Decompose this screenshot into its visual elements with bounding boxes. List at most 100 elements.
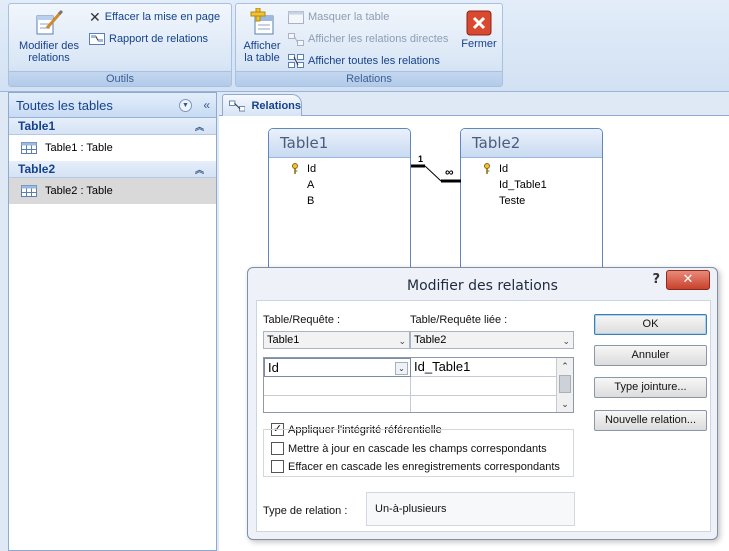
grid-empty-cell[interactable] <box>264 396 411 412</box>
table1-field-a[interactable]: A <box>269 177 410 193</box>
relations-report-label: Rapport de relations <box>109 33 209 45</box>
hide-table-button[interactable]: Masquer la table <box>288 8 389 26</box>
relations-tab-icon <box>229 100 246 111</box>
field-label: A <box>307 179 315 191</box>
nav-group-table2[interactable]: Table2 ︽ <box>9 161 216 178</box>
show-all-relations-button[interactable]: Afficher toutes les relations <box>288 52 440 70</box>
table2-field-teste[interactable]: Teste <box>461 193 602 209</box>
nav-group-table1[interactable]: Table1 ︽ <box>9 118 216 135</box>
dialog-close-button[interactable]: ✕ <box>666 270 710 290</box>
close-relations-button[interactable]: Fermer <box>458 10 500 50</box>
nav-group-label: Table2 <box>18 162 56 176</box>
nav-group-label: Table1 <box>18 119 56 133</box>
close-icon <box>466 10 492 36</box>
table2-title[interactable]: Table2 <box>461 129 602 158</box>
table2-field-id-table1[interactable]: Id_Table1 <box>461 177 602 193</box>
clear-icon: ✕ <box>89 8 101 25</box>
left-field-cell[interactable]: Id ⌄ <box>264 358 411 377</box>
relations-report-button[interactable]: Rapport de relations <box>89 30 208 48</box>
show-all-relations-label: Afficher toutes les relations <box>308 55 440 67</box>
field-label: B <box>307 195 315 207</box>
show-direct-relations-button[interactable]: Afficher les relations directes <box>288 30 448 48</box>
grid-empty-cell[interactable] <box>411 377 557 396</box>
related-table-select-value: Table2 <box>414 334 447 346</box>
grid-empty-cell[interactable] <box>411 396 557 412</box>
relations-group: Afficher la table Masquer la table Affic… <box>235 3 503 87</box>
navigation-pane: Toutes les tables ▼ « Table1 ︽ Table1 : … <box>8 92 217 551</box>
show-table-label: Afficher la table <box>243 40 281 64</box>
document-tab-bar: Relations <box>219 92 729 116</box>
nav-collapse-icon[interactable]: « <box>203 98 210 112</box>
scroll-up-icon[interactable]: ⌃ <box>557 358 573 374</box>
related-table-label: Table/Requête liée : <box>410 314 508 326</box>
relation-type-label: Type de relation : <box>263 505 348 517</box>
clear-layout-label: Effacer la mise en page <box>104 11 221 23</box>
nav-item-table1[interactable]: Table1 : Table <box>9 135 216 161</box>
nav-header-title: Toutes les tables <box>16 97 113 113</box>
tab-relations-label: Relations <box>251 99 301 112</box>
hide-table-icon <box>288 10 304 24</box>
table-select[interactable]: Table1 ⌄ <box>263 331 410 349</box>
ok-button[interactable]: OK <box>594 314 707 335</box>
chevron-down-icon[interactable]: ⌄ <box>395 362 408 375</box>
table1-field-b[interactable]: B <box>269 193 410 209</box>
cancel-button[interactable]: Annuler <box>594 345 707 366</box>
chevron-down-icon[interactable]: ⌄ <box>562 333 570 349</box>
new-relation-button[interactable]: Nouvelle relation... <box>594 410 707 431</box>
show-direct-relations-label: Afficher les relations directes <box>308 33 449 45</box>
join-type-button[interactable]: Type jointure... <box>594 377 707 398</box>
nav-header[interactable]: Toutes les tables ▼ « <box>9 93 216 118</box>
edit-relations-label: Modifier des relations <box>19 40 79 64</box>
field-mapping-grid: Id ⌄ Id_Table1 ⌃ ⌄ <box>263 357 574 413</box>
nav-item-table2[interactable]: Table2 : Table <box>9 178 216 204</box>
dialog-title: Modifier des relations <box>407 278 558 294</box>
related-table-select[interactable]: Table2 ⌄ <box>410 331 574 349</box>
report-icon <box>89 33 105 45</box>
chevron-up-icon[interactable]: ︽ <box>195 119 204 135</box>
join-one-label: 1 <box>418 154 424 164</box>
chevron-up-icon[interactable]: ︽ <box>195 162 204 178</box>
field-label: Teste <box>499 195 526 207</box>
dialog-title-bar[interactable]: Modifier des relations ? ✕ <box>248 268 717 300</box>
all-relations-icon <box>288 54 304 68</box>
cascade-update-checkbox[interactable]: Mettre à jour en cascade les champs corr… <box>271 442 547 455</box>
right-field-value: Id_Table1 <box>414 359 471 374</box>
relation-type-value-box: Un-à-plusieurs <box>366 492 575 526</box>
checkbox-unchecked-icon[interactable] <box>271 460 284 473</box>
nav-menu-dropdown-icon[interactable]: ▼ <box>179 99 192 112</box>
table1-box[interactable]: Table1 Id A B <box>268 128 411 268</box>
help-button[interactable]: ? <box>652 273 660 286</box>
checkbox-unchecked-icon[interactable] <box>271 442 284 455</box>
grid-scrollbar[interactable]: ⌃ ⌄ <box>556 358 573 412</box>
table1-field-id[interactable]: Id <box>269 161 410 177</box>
edit-relations-icon <box>36 9 64 35</box>
clear-layout-button[interactable]: ✕ Effacer la mise en page <box>89 8 220 26</box>
show-table-button[interactable]: Afficher la table <box>238 8 286 64</box>
direct-relations-icon <box>288 32 304 46</box>
ribbon: Modifier des relations ✕ Effacer la mise… <box>0 0 729 92</box>
cascade-delete-label: Effacer en cascade les enregistrements c… <box>288 460 560 473</box>
left-field-value: Id <box>268 360 279 375</box>
scroll-thumb[interactable] <box>559 375 571 393</box>
join-many-label: ∞ <box>445 165 454 179</box>
field-label: Id <box>307 163 317 175</box>
close-relations-label: Fermer <box>461 38 497 50</box>
field-label: Id <box>499 163 509 175</box>
edit-relations-button[interactable]: Modifier des relations <box>13 8 85 64</box>
nav-item-label: Table1 : Table <box>45 142 113 154</box>
chevron-down-icon[interactable]: ⌄ <box>398 333 406 349</box>
scroll-down-icon[interactable]: ⌄ <box>557 396 573 412</box>
relation-type-value: Un-à-plusieurs <box>375 503 447 515</box>
tab-relations[interactable]: Relations <box>222 94 302 116</box>
table2-box[interactable]: Table2 Id Id_Table1 Teste <box>460 128 603 268</box>
edit-relationships-dialog: Modifier des relations ? ✕ Table/Requête… <box>247 267 718 540</box>
right-field-cell[interactable]: Id_Table1 <box>411 358 557 377</box>
dialog-body: Table/Requête : Table/Requête liée : Tab… <box>256 300 711 532</box>
cascade-delete-checkbox[interactable]: Effacer en cascade les enregistrements c… <box>271 460 560 473</box>
table-icon <box>21 142 37 154</box>
cascade-update-label: Mettre à jour en cascade les champs corr… <box>288 442 547 455</box>
table2-field-id[interactable]: Id <box>461 161 602 177</box>
table1-title[interactable]: Table1 <box>269 129 410 158</box>
grid-empty-cell[interactable] <box>264 377 411 396</box>
table-select-value: Table1 <box>267 334 300 346</box>
